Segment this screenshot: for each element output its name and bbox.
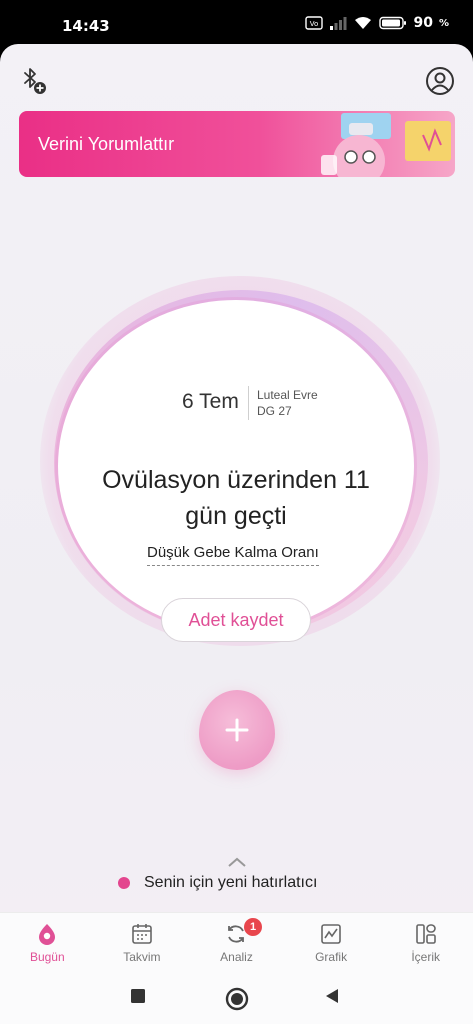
home-button[interactable]: [224, 986, 250, 1012]
chart-icon: [321, 924, 341, 944]
system-nav-bar: [0, 970, 473, 1024]
tab-chart[interactable]: Grafik: [284, 913, 379, 970]
app-screen: Verini Yorumlattır 6 Tem Luteal Evre DG …: [0, 44, 473, 1024]
volte-icon: Vo: [305, 16, 324, 30]
battery-icon: [379, 16, 407, 30]
headline-line-1: Ovülasyon üzerinden 11: [102, 466, 370, 494]
profile-button[interactable]: [423, 64, 457, 98]
wifi-icon: [355, 17, 372, 29]
recents-button[interactable]: [128, 986, 148, 1006]
chevron-up-icon[interactable]: [227, 856, 247, 868]
tab-content[interactable]: İçerik: [378, 913, 473, 970]
svg-text:Vo: Vo: [310, 20, 319, 28]
add-record-button[interactable]: [199, 690, 275, 770]
battery-percent: 90: [413, 15, 433, 31]
tab-label: Analiz: [220, 950, 253, 964]
fertility-chance-link[interactable]: Düşük Gebe Kalma Oranı: [147, 544, 319, 566]
tab-calendar[interactable]: Takvim: [95, 913, 190, 970]
interpret-data-banner[interactable]: Verini Yorumlattır: [19, 111, 455, 177]
signal-icon: [330, 17, 347, 30]
tab-label: Takvim: [123, 950, 161, 964]
profile-icon: [426, 67, 454, 95]
calendar-icon: [132, 924, 152, 944]
cycle-day: DG 27: [257, 404, 292, 418]
reminder-row[interactable]: Senin için yeni hatırlatıcı: [118, 874, 317, 892]
bluetooth-add-icon: [24, 68, 46, 94]
home-circle-icon: [225, 987, 249, 1011]
tab-label: İçerik: [411, 950, 440, 964]
back-triangle-icon: [326, 989, 338, 1003]
banner-title: Verini Yorumlattır: [38, 134, 175, 154]
phase-divider: [248, 386, 249, 420]
back-button[interactable]: [322, 986, 342, 1006]
tab-today[interactable]: Bugün: [0, 913, 95, 970]
cycle-circle: 6 Tem Luteal Evre DG 27 Ovülasyon üzerin…: [40, 276, 440, 646]
tab-label: Bugün: [29, 950, 65, 964]
plus-icon: [225, 718, 249, 742]
reminder-text: Senin için yeni hatırlatıcı: [144, 874, 318, 891]
status-icons: Vo 90%: [305, 15, 449, 31]
bluetooth-add-button[interactable]: [16, 64, 50, 98]
analysis-badge: 1: [244, 918, 263, 936]
tab-analysis[interactable]: 1 Analiz: [189, 913, 284, 970]
status-bar: 14:43 Vo 90%: [0, 0, 473, 44]
doctor-mascot-illustration: [321, 113, 451, 177]
headline-line-2: gün geçti: [185, 502, 287, 530]
tab-label: Grafik: [315, 950, 348, 964]
drop-icon: [39, 924, 56, 945]
circle-disc: 6 Tem Luteal Evre DG 27 Ovülasyon üzerin…: [58, 300, 414, 642]
reminder-dot: [118, 877, 130, 889]
bottom-tab-bar: Bugün Takvim 1 Analiz Grafik İçerik: [0, 912, 473, 970]
square-icon: [131, 989, 145, 1003]
phase-name: Luteal Evre: [257, 388, 318, 402]
log-period-button[interactable]: Adet kaydet: [161, 598, 311, 642]
ovulation-headline: Ovülasyon üzerinden 11 gün geçti: [58, 462, 414, 534]
grid-icon: [415, 924, 436, 944]
phase-info: Luteal Evre DG 27: [257, 387, 318, 419]
percent-sign: %: [438, 17, 449, 29]
status-time: 14:43: [62, 17, 110, 35]
current-date: 6 Tem: [182, 390, 239, 413]
